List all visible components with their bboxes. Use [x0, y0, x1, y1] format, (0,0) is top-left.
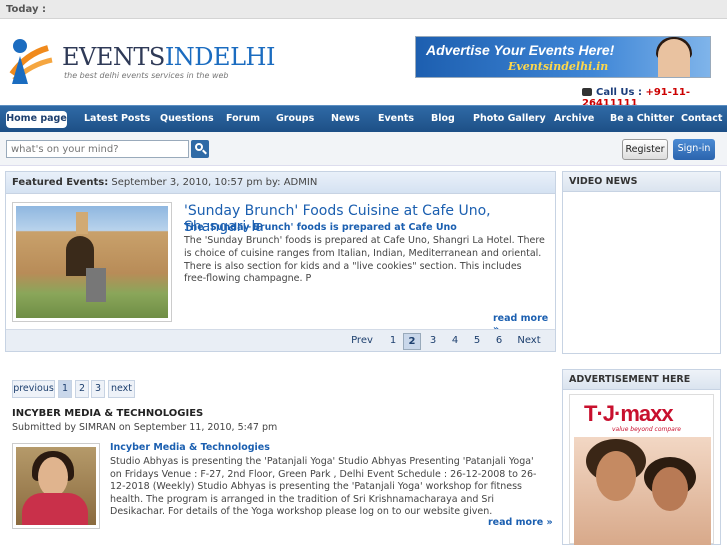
advertise-banner[interactable]: Advertise Your Events Here! Eventsindelh… [415, 36, 711, 78]
nav-home[interactable]: Home page [6, 111, 67, 128]
featured-meta: September 3, 2010, 10:57 pm by: ADMIN [111, 177, 318, 188]
advertisement-title: ADVERTISEMENT HERE [563, 370, 720, 390]
video-news-title: VIDEO NEWS [563, 172, 720, 192]
post-image[interactable] [12, 443, 100, 529]
featured-body: The 'Sunday Brunch' foods is prepared at… [184, 235, 545, 285]
pager-prev[interactable]: Prev [345, 333, 379, 350]
pager-page-current[interactable]: 2 [403, 333, 421, 350]
nav-contact[interactable]: Contact [681, 113, 722, 124]
list-pager-page[interactable]: 3 [91, 380, 105, 398]
ad-slogan: value beyond compare [612, 426, 681, 433]
nav-questions[interactable]: Questions [160, 113, 214, 124]
featured-image[interactable] [12, 202, 172, 322]
advertisement-panel: ADVERTISEMENT HERE T·J·maxx value beyond… [562, 369, 721, 545]
tjmaxx-ad[interactable]: T·J·maxx value beyond compare [569, 394, 714, 545]
top-bar: Today : [0, 0, 727, 19]
nav-forum[interactable]: Forum [226, 113, 260, 124]
list-pager-previous[interactable]: previous [12, 380, 55, 398]
banner-site: Eventsindelhi.in [508, 60, 609, 73]
banner-headline: Advertise Your Events Here! [426, 42, 615, 58]
post-title[interactable]: INCYBER MEDIA & TECHNOLOGIES [12, 408, 203, 419]
logo-icon [9, 39, 53, 84]
nav-latest-posts[interactable]: Latest Posts [84, 113, 150, 124]
pager-page[interactable]: 4 [446, 333, 464, 350]
nav-photo-gallery[interactable]: Photo Gallery [473, 113, 546, 124]
list-pager-next[interactable]: next [108, 380, 135, 398]
pager-next[interactable]: Next [512, 333, 546, 350]
search-button[interactable] [191, 140, 209, 158]
nav-events[interactable]: Events [378, 113, 414, 124]
today-label: Today : [6, 4, 46, 15]
list-pager-page-current[interactable]: 1 [58, 380, 72, 398]
post-read-more[interactable]: read more » [488, 517, 553, 528]
signin-button[interactable]: Sign-in [673, 139, 715, 160]
nav-archive[interactable]: Archive [554, 113, 594, 124]
pager-page[interactable]: 6 [490, 333, 508, 350]
post-link[interactable]: Incyber Media & Technologies [110, 442, 270, 453]
search-input[interactable] [6, 140, 189, 158]
phone-icon [582, 88, 592, 96]
site-logo[interactable]: EVENTSINDELHI the best delhi events serv… [6, 34, 296, 86]
post-submitted: Submitted by SIMRAN on September 11, 201… [12, 422, 278, 433]
featured-events-panel: Featured Events: September 3, 2010, 10:5… [5, 171, 556, 352]
pager-page[interactable]: 5 [468, 333, 486, 350]
featured-header: Featured Events: September 3, 2010, 10:5… [6, 172, 555, 194]
post-body: Studio Abhyas is presenting the 'Patanja… [110, 456, 537, 518]
main-nav: Home page Latest Posts Questions Forum G… [0, 105, 727, 132]
featured-subtitle[interactable]: The 'Sunday Brunch' foods is prepared at… [184, 222, 457, 233]
nav-news[interactable]: News [331, 113, 360, 124]
register-button[interactable]: Register [622, 139, 668, 160]
logo-wordmark: EVENTSINDELHI [62, 43, 275, 71]
pager-page[interactable]: 1 [384, 333, 402, 350]
logo-tagline: the best delhi events services in the we… [64, 71, 229, 80]
video-news-panel: VIDEO NEWS [562, 171, 721, 354]
nav-blog[interactable]: Blog [431, 113, 455, 124]
ad-image [574, 437, 711, 545]
ad-brand-logo: T·J·maxx [584, 401, 674, 426]
featured-label: Featured Events: [12, 177, 109, 188]
nav-groups[interactable]: Groups [276, 113, 314, 124]
nav-be-a-chitter[interactable]: Be a Chitter [610, 113, 674, 124]
search-bar: Register Sign-in [0, 132, 727, 166]
list-pager-page[interactable]: 2 [75, 380, 89, 398]
featured-pager: Prev 1 2 3 4 5 6 Next [6, 329, 555, 351]
pager-page[interactable]: 3 [424, 333, 442, 350]
